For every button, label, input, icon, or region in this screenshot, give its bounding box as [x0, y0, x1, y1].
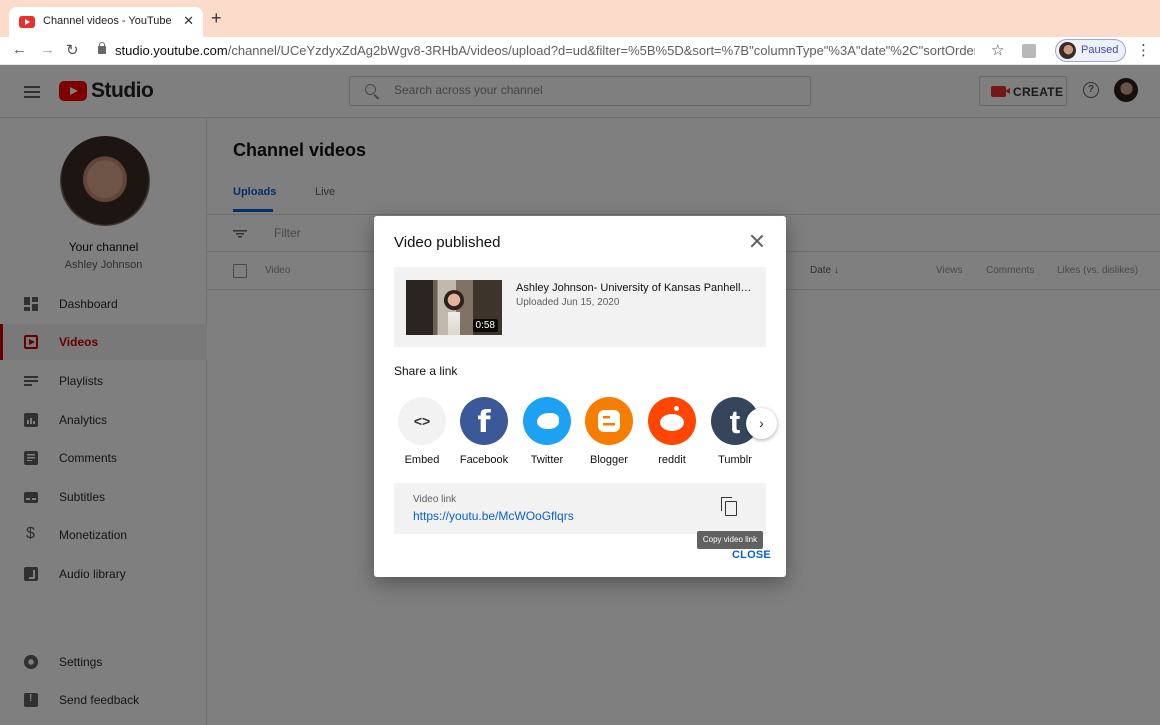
- blogger-icon: [585, 397, 633, 445]
- profile-button[interactable]: Paused: [1055, 39, 1126, 62]
- dialog-title: Video published: [394, 234, 501, 251]
- share-embed-button[interactable]: <> Embed: [391, 397, 453, 472]
- share-option-label: Tumblr: [718, 454, 752, 466]
- copy-icon[interactable]: [721, 497, 737, 516]
- forward-arrow-icon[interactable]: →: [40, 41, 55, 58]
- thumbnail-person: [444, 290, 464, 335]
- reload-icon[interactable]: ↻: [66, 41, 79, 59]
- embed-icon: <>: [398, 397, 446, 445]
- share-option-label: Embed: [404, 454, 440, 466]
- profile-avatar: [1059, 42, 1076, 59]
- share-facebook-button[interactable]: f Facebook: [453, 397, 515, 472]
- address-bar[interactable]: studio.youtube.com/channel/UCeYzdyxZdAg2…: [115, 43, 975, 58]
- chevron-right-icon[interactable]: ›: [746, 408, 777, 439]
- video-published-dialog: Video published 0:58 Ashley Johnson- Uni…: [374, 216, 786, 577]
- back-arrow-icon[interactable]: ←: [12, 41, 27, 58]
- video-title: Ashley Johnson- University of Kansas Pan…: [516, 282, 756, 294]
- tab-close-button[interactable]: ✕: [183, 13, 194, 29]
- share-blogger-button[interactable]: Blogger: [578, 397, 640, 472]
- share-option-label: Blogger: [590, 454, 628, 466]
- video-link-label: Video link: [413, 494, 457, 505]
- close-button[interactable]: CLOSE: [732, 549, 771, 561]
- url-path: /channel/UCeYzdyxZdAg2bWgv8-3RHbA/videos…: [227, 43, 975, 58]
- kebab-menu-icon[interactable]: ⋮: [1136, 41, 1151, 59]
- video-link-url[interactable]: https://youtu.be/McWOoGflqrs: [413, 509, 574, 523]
- new-tab-button[interactable]: +: [211, 8, 222, 29]
- star-icon[interactable]: ☆: [991, 41, 1004, 59]
- browser-tab-strip: Channel videos - YouTube Studio ✕ +: [0, 0, 1160, 37]
- lock-icon: [98, 42, 106, 54]
- copy-tooltip: Copy video link: [697, 531, 763, 549]
- twitter-icon: [523, 397, 571, 445]
- share-label: Share a link: [394, 364, 458, 378]
- browser-toolbar: ← → ↻ studio.youtube.com/channel/UCeYzdy…: [0, 37, 1160, 65]
- facebook-icon: f: [460, 397, 508, 445]
- profile-status: Paused: [1081, 44, 1119, 56]
- tab-title: Channel videos - YouTube Studio: [43, 15, 173, 27]
- youtube-favicon-icon: [19, 16, 35, 28]
- share-option-label: reddit: [658, 454, 686, 466]
- share-option-label: Twitter: [530, 454, 564, 466]
- published-video-card: 0:58 Ashley Johnson- University of Kansa…: [394, 267, 766, 347]
- video-upload-date: Uploaded Jun 15, 2020: [516, 297, 620, 308]
- video-link-box: Video link https://youtu.be/McWOoGflqrs: [394, 483, 766, 534]
- video-duration: 0:58: [472, 319, 498, 332]
- close-icon[interactable]: [749, 233, 765, 249]
- video-thumbnail[interactable]: 0:58: [406, 280, 502, 335]
- browser-tab[interactable]: Channel videos - YouTube Studio ✕: [9, 7, 203, 37]
- share-reddit-button[interactable]: reddit: [641, 397, 703, 472]
- share-option-label: Facebook: [459, 454, 509, 466]
- extension-icon[interactable]: [1022, 44, 1036, 58]
- reddit-icon: [648, 397, 696, 445]
- url-domain: studio.youtube.com: [115, 43, 228, 58]
- share-twitter-button[interactable]: Twitter: [516, 397, 578, 472]
